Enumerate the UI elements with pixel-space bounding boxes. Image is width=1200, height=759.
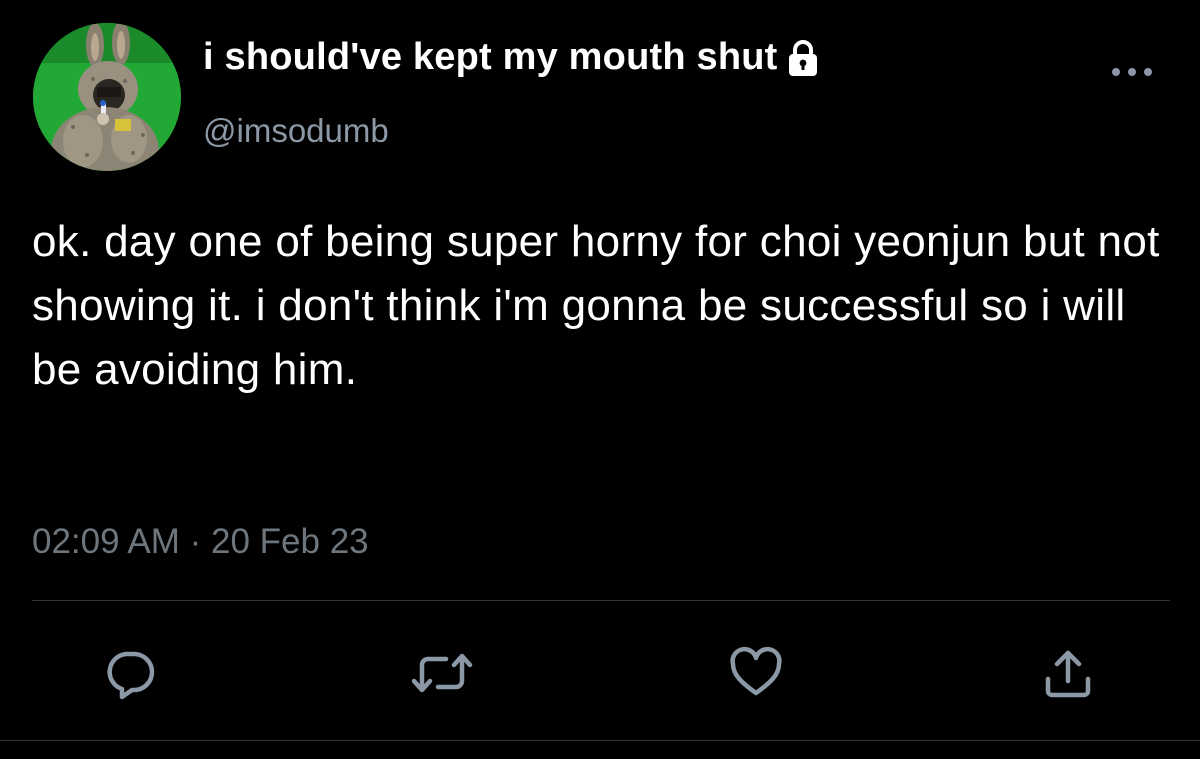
timestamp-time: 02:09 AM: [32, 522, 180, 561]
tweet-text: ok. day one of being super horny for cho…: [32, 217, 1160, 394]
more-options-icon[interactable]: [1108, 62, 1156, 82]
share-button[interactable]: [1040, 645, 1096, 701]
share-icon: [1040, 645, 1096, 701]
retweet-button[interactable]: [410, 645, 473, 701]
timestamp-date: 20 Feb 23: [211, 522, 369, 561]
lock-icon: [784, 38, 822, 78]
divider: [32, 600, 1170, 601]
reply-button[interactable]: [102, 645, 158, 701]
retweet-icon: [410, 645, 473, 701]
avatar[interactable]: [33, 23, 181, 171]
divider-bottom: [0, 740, 1200, 741]
timestamp-separator: ·: [179, 522, 211, 561]
timestamp[interactable]: 02:09 AM · 20 Feb 23: [32, 522, 369, 562]
like-button[interactable]: [728, 645, 784, 701]
reply-icon: [102, 645, 158, 701]
display-name-text: i should've kept my mouth shut: [203, 36, 778, 78]
user-handle[interactable]: @imsodumb: [203, 112, 389, 150]
heart-icon: [728, 645, 784, 701]
display-name[interactable]: i should've kept my mouth shut: [203, 36, 822, 79]
